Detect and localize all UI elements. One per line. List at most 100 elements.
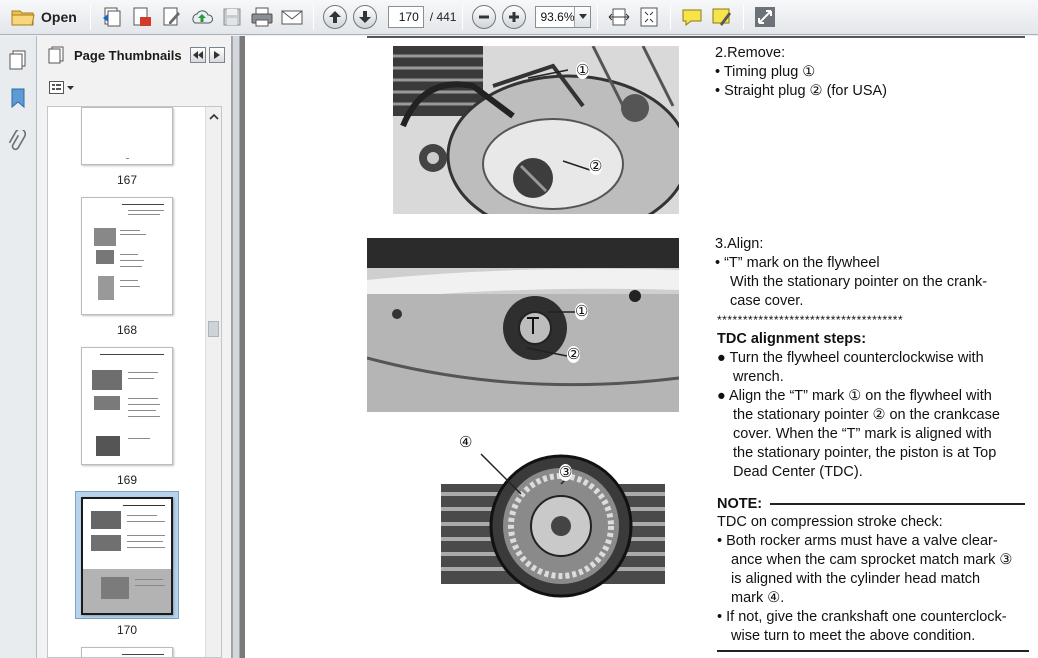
note-bullet-1-line-2: ance when the cam sprocket match mark ③ [731, 552, 1013, 568]
zoom-value: 93.6% [540, 10, 575, 24]
thumbnail-label: 170 [116, 623, 138, 637]
thumbnail-page-170[interactable] [81, 497, 173, 615]
pdf-page: ① ② ① ② ④ ③ 2.Remove: • Timing plug ① • … [245, 36, 1038, 658]
thumbnail-page-169[interactable] [81, 347, 173, 465]
thumbnail-page-171[interactable] [81, 647, 173, 657]
callout-4: ④ [459, 434, 473, 451]
step-3-sub-2: case cover. [730, 293, 804, 309]
note-bullet-2-line-1: • If not, give the crankshaft one counte… [717, 609, 1007, 625]
email-button[interactable] [278, 3, 306, 31]
bookmark-icon [11, 88, 25, 109]
speech-bubble-icon [682, 9, 702, 27]
pdf-convert-icon [133, 7, 151, 26]
pages-icon [48, 46, 64, 64]
tdc-bullet-1-line-2: wrench. [733, 369, 784, 385]
chevron-right-icon [214, 51, 220, 59]
create-pdf-icon [102, 7, 121, 27]
note-intro: TDC on compression stroke check: [717, 514, 943, 530]
edit-form-button[interactable] [158, 3, 186, 31]
scrollbar-thumb[interactable] [208, 321, 219, 337]
acrobat-window: Open 170 / 441 93.6% Page Thumbnails 167… [0, 0, 1038, 658]
print-button[interactable] [248, 3, 276, 31]
separator [89, 4, 91, 30]
separator [597, 4, 599, 30]
thumbnail-page-167[interactable] [81, 107, 173, 165]
thumbnail-page-168[interactable] [81, 197, 173, 315]
thumbnail-label: 169 [116, 473, 138, 487]
photo-cam-sprocket: ④ ③ [441, 434, 665, 606]
zoom-select[interactable]: 93.6% [535, 6, 592, 28]
tdc-bullet-2-line-1: ● Align the “T” mark ① on the flywheel w… [717, 388, 992, 404]
open-label: Open [41, 9, 77, 25]
separator [743, 4, 745, 30]
thumbnail-scrollbar[interactable] [205, 107, 221, 657]
tdc-bullet-2-line-3: cover. When the “T” mark is aligned with [733, 426, 992, 442]
fit-width-button[interactable] [605, 3, 633, 31]
plus-icon [509, 12, 520, 22]
tdc-bullet-1-line-1: ● Turn the flywheel counterclockwise wit… [717, 350, 984, 366]
note-heading: NOTE: [717, 495, 1026, 514]
page-number-input[interactable] [387, 6, 424, 28]
note-bullet-1-line-4: mark ④. [731, 590, 785, 606]
note-bullet-1-line-1: • Both rocker arms must have a valve cle… [717, 533, 998, 549]
open-button[interactable]: Open [5, 3, 83, 31]
floppy-disk-icon [223, 8, 241, 26]
panel-splitter[interactable] [232, 36, 240, 658]
collapse-panel-button[interactable] [190, 47, 206, 63]
note-bullet-2-line-2: wise turn to meet the above condition. [731, 628, 976, 644]
navigation-rail [0, 36, 37, 658]
panel-title: Page Thumbnails [74, 47, 182, 63]
page-thumbnails-tab[interactable] [6, 48, 30, 72]
save-button[interactable] [218, 3, 246, 31]
separator [312, 4, 314, 30]
callout-1: ① [576, 62, 590, 79]
paperclip-icon [9, 130, 26, 151]
fit-width-icon [609, 8, 630, 26]
thumbnail-label: 168 [116, 323, 138, 337]
minus-icon [479, 15, 490, 19]
folder-icon [11, 10, 35, 26]
chevron-down-icon [67, 85, 74, 90]
pages-icon [9, 50, 26, 70]
step-3-item: • “T” mark on the flywheel [715, 255, 880, 271]
step-2-item-1: • Timing plug ① [715, 64, 816, 80]
envelope-icon [281, 10, 303, 25]
zoom-dropdown[interactable] [574, 7, 591, 27]
callout-2: ② [567, 346, 581, 363]
note-bullet-1-line-3: is aligned with the cylinder head match [731, 571, 981, 587]
photo-flywheel-mark: ① ② [367, 238, 679, 412]
highlighter-icon [712, 8, 732, 26]
thumbnail-options-row [37, 74, 231, 102]
highlight-button[interactable] [708, 3, 736, 31]
step-2-item-2: • Straight plug ② (for USA) [715, 83, 887, 99]
zoom-out-button[interactable] [470, 3, 498, 31]
comment-button[interactable] [678, 3, 706, 31]
convert-pdf-button[interactable] [128, 3, 156, 31]
attachments-tab[interactable] [6, 130, 30, 154]
callout-1: ① [575, 303, 589, 320]
separator [670, 4, 672, 30]
next-page-button[interactable] [351, 3, 379, 31]
page-total-label: / 441 [429, 10, 457, 24]
main-toolbar: Open 170 / 441 93.6% [0, 0, 1038, 35]
arrow-down-icon [358, 11, 371, 23]
create-pdf-button[interactable] [98, 3, 126, 31]
options-menu-button[interactable] [49, 81, 74, 95]
callout-2: ② [589, 158, 603, 175]
upload-button[interactable] [188, 3, 216, 31]
expand-panel-button[interactable] [209, 47, 225, 63]
previous-page-button[interactable] [321, 3, 349, 31]
cloud-upload-icon [192, 10, 213, 24]
fit-page-button[interactable] [635, 3, 663, 31]
bookmarks-tab[interactable] [6, 86, 30, 110]
asterisk-divider: ************************************ [717, 313, 904, 327]
note-end-rule [717, 650, 1029, 652]
pencil-edit-icon [163, 7, 180, 26]
callout-3: ③ [559, 464, 573, 481]
note-rule [770, 503, 1026, 506]
fullscreen-button[interactable] [751, 3, 779, 31]
thumbnail-list[interactable]: 167 168 169 170 [47, 106, 222, 658]
list-options-icon [49, 81, 64, 94]
zoom-in-button[interactable] [500, 3, 528, 31]
step-2-heading: 2.Remove: [715, 45, 786, 61]
